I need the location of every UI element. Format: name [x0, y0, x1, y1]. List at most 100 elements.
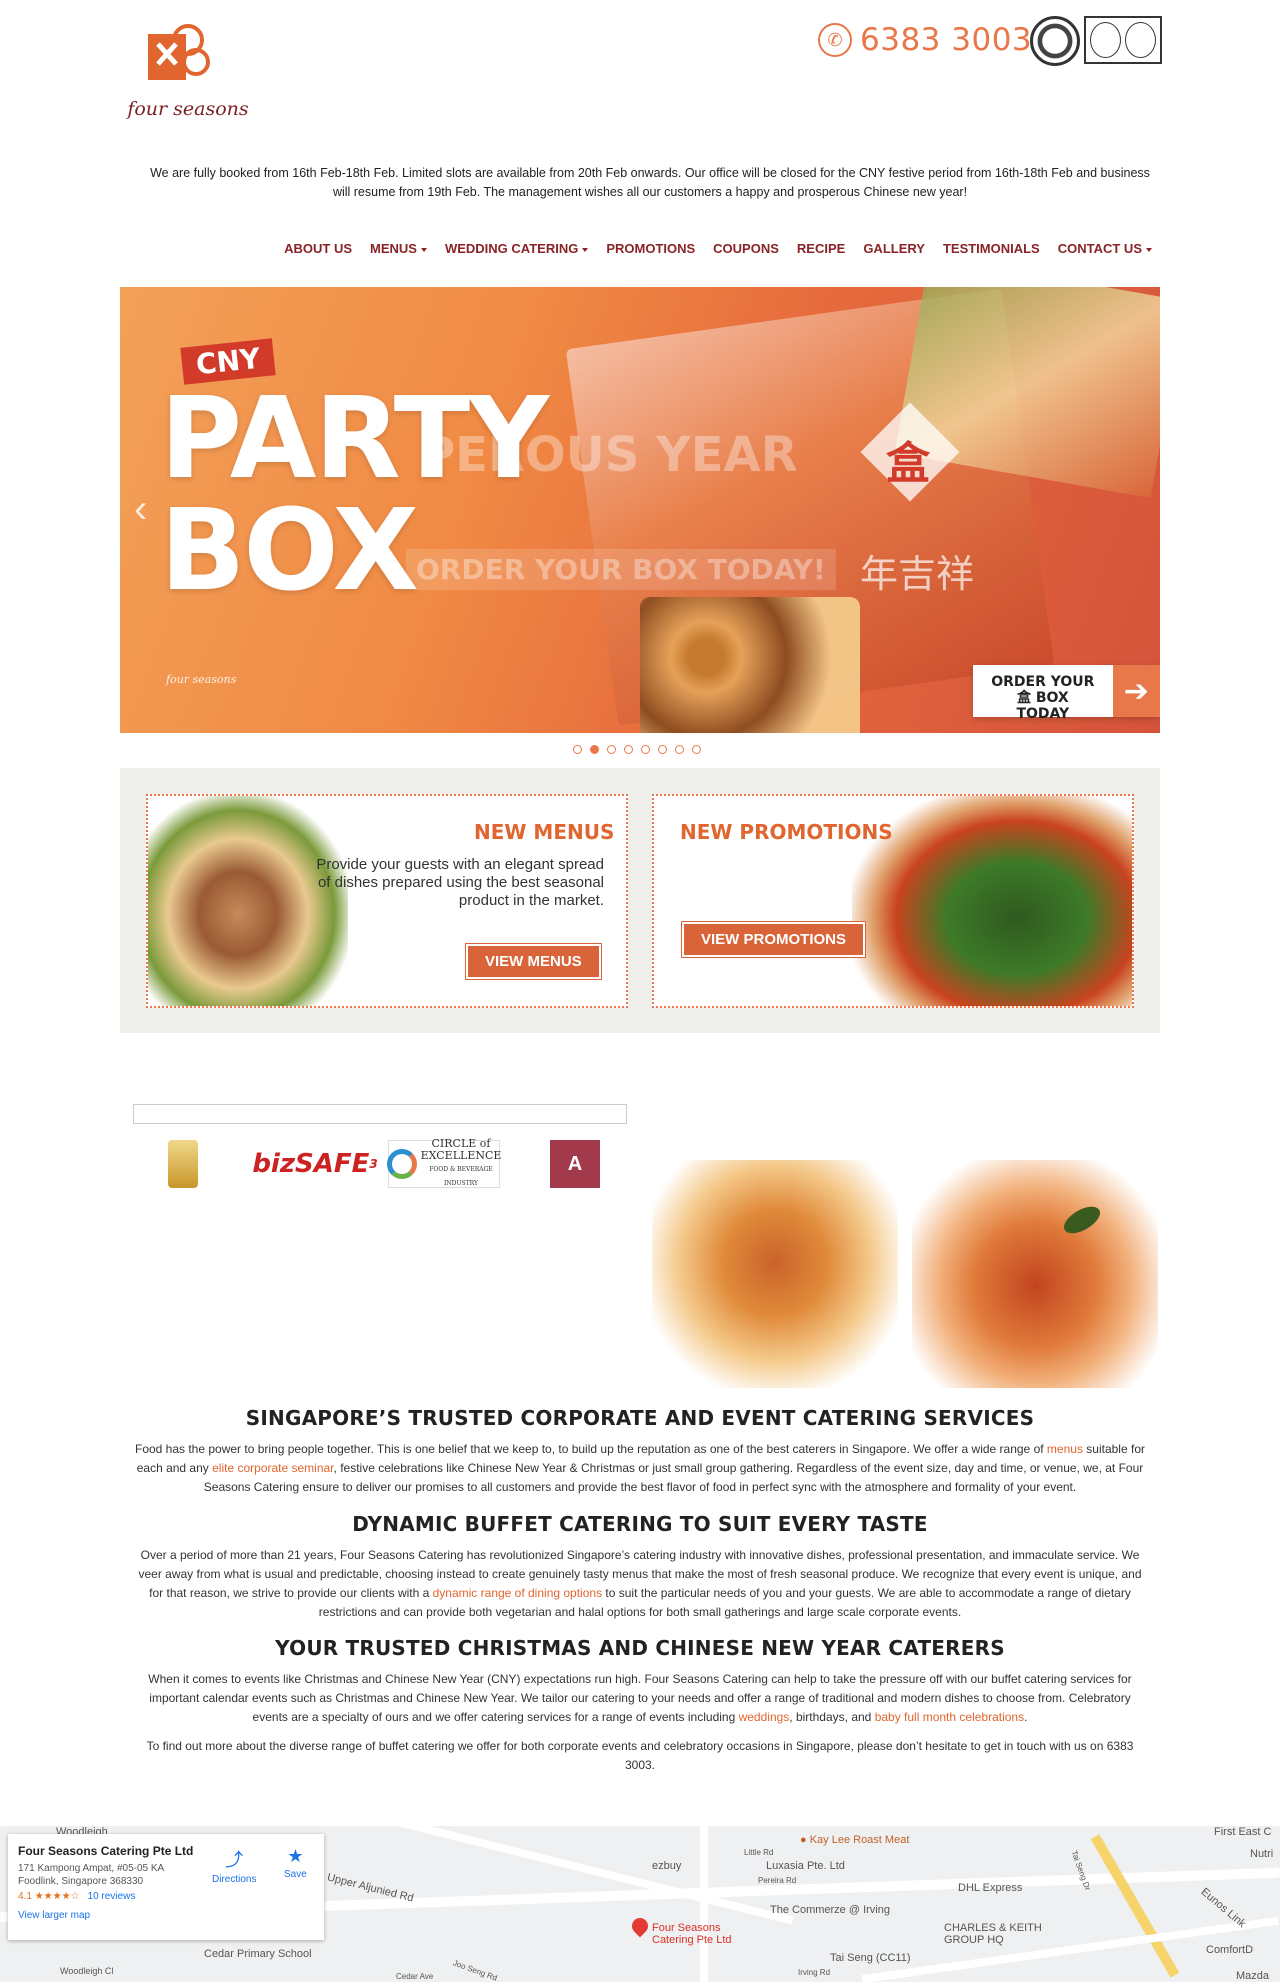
new-menus-text: Provide your guests with an elegant spre…	[316, 856, 604, 909]
hero-food-image	[640, 597, 860, 733]
dining-options-link[interactable]: dynamic range of dining options	[433, 1586, 602, 1600]
hero-title: PARTY BOX	[160, 374, 549, 616]
nav-about-us[interactable]: ABOUT US	[284, 241, 352, 256]
phone-contact[interactable]: ✆ 6383 3003	[818, 22, 1032, 58]
caret-down-icon	[1146, 247, 1152, 252]
map-label: Tai Seng (CC11)	[830, 1952, 911, 1964]
new-menus-title: NEW MENUS	[474, 820, 615, 844]
leaf-garnish	[1059, 1201, 1105, 1239]
section-paragraph: Over a period of more than 21 years, Fou…	[138, 1548, 1142, 1619]
directions-icon: ⤴	[225, 1850, 244, 1870]
section-heading: SINGAPORE’S TRUSTED CORPORATE AND EVENT …	[245, 1406, 1035, 1430]
map-label: Irving Rd	[798, 1968, 831, 1977]
map-directions-button[interactable]: ⤴ Directions	[212, 1846, 256, 1885]
fried-chicken-photo	[652, 1160, 898, 1388]
promo-panel: NEW MENUS Provide your guests with an el…	[120, 768, 1160, 1033]
section-paragraph: To find out more about the diverse range…	[146, 1739, 1134, 1772]
map-road	[700, 1826, 708, 1982]
map-label: Luxasia Pte. Ltd	[766, 1860, 845, 1872]
map-label: ComfortD	[1206, 1944, 1254, 1956]
slider-dot[interactable]	[624, 745, 633, 754]
map-label: First East C	[1214, 1826, 1272, 1838]
map-label: Joo Seng Rd	[451, 1958, 499, 1982]
phone-icon: ✆	[818, 23, 852, 57]
section-heading: YOUR TRUSTED CHRISTMAS AND CHINESE NEW Y…	[275, 1636, 1005, 1660]
view-menus-button[interactable]: VIEW MENUS	[466, 944, 601, 979]
logo-text: four seasons	[127, 98, 249, 120]
map-label: ezbuy	[652, 1860, 682, 1872]
new-menus-card: NEW MENUS Provide your guests with an el…	[146, 794, 628, 1008]
star-icon: ★	[287, 1846, 304, 1866]
map-label: Little Rd	[744, 1848, 774, 1857]
map-road-major	[1090, 1834, 1180, 1978]
map-label: Woodleigh Cl	[60, 1966, 114, 1976]
slider-dot[interactable]	[692, 745, 701, 754]
slider-dot[interactable]	[658, 745, 667, 754]
corporate-seminar-link[interactable]: elite corporate seminar	[212, 1461, 333, 1475]
map-label: Mazda	[1236, 1970, 1270, 1982]
view-larger-map-link[interactable]: View larger map	[18, 1910, 314, 1921]
menus-link[interactable]: menus	[1047, 1442, 1083, 1456]
map-label: Pereira Rd	[758, 1876, 797, 1885]
flower-logo-icon	[148, 24, 210, 80]
section-paragraph: When it comes to events like Christmas a…	[148, 1672, 1132, 1724]
map-save-button[interactable]: ★ Save	[284, 1846, 307, 1880]
map-label: The Commerze @ Irving	[770, 1904, 890, 1916]
caret-down-icon	[582, 247, 589, 252]
section-festive-caterers: YOUR TRUSTED CHRISTMAS AND CHINESE NEW Y…	[130, 1636, 1150, 1775]
nav-menus[interactable]: MENUS	[370, 241, 427, 256]
map-label: Cedar Primary School	[204, 1948, 312, 1960]
hero-title-line2: BOX	[160, 486, 419, 616]
map-label: CHARLES & KEITH GROUP HQ	[944, 1922, 1042, 1946]
view-promotions-button[interactable]: VIEW PROMOTIONS	[682, 922, 866, 957]
map-label: Nutri	[1250, 1848, 1274, 1860]
new-promotions-card: NEW PROMOTIONS VIEW PROMOTIONS	[652, 794, 1134, 1008]
nav-wedding-catering[interactable]: WEDDING CATERING	[445, 241, 589, 256]
slider-dot-active[interactable]	[590, 745, 599, 754]
map-pin-icon[interactable]	[628, 1914, 652, 1938]
map-info-card: Four Seasons Catering Pte Ltd 171 Kampon…	[8, 1834, 324, 1940]
hero-title-line1: PARTY	[160, 374, 549, 504]
award-badge	[168, 1140, 198, 1188]
arrow-right-icon: ➔	[1112, 665, 1160, 717]
map-place-address: 171 Kampong Ampat, #05-05 KA Foodlink, S…	[18, 1863, 164, 1887]
slider-dot[interactable]	[607, 745, 616, 754]
main-navigation: ABOUT US MENUS WEDDING CATERING PROMOTIO…	[284, 241, 1152, 256]
hero-chinese-text: 年吉祥	[860, 552, 975, 596]
nav-contact-us[interactable]: CONTACT US	[1058, 241, 1152, 256]
nav-recipe[interactable]: RECIPE	[797, 241, 845, 256]
star-rating-icon: ★★★★☆	[34, 1891, 80, 1902]
circle-ring-icon	[386, 1149, 417, 1179]
halal-certification-badge	[1030, 16, 1080, 66]
slider-dot[interactable]	[573, 745, 582, 754]
weddings-link[interactable]: weddings	[739, 1710, 790, 1724]
hero-small-logo: four seasons	[166, 673, 237, 686]
nav-testimonials[interactable]: TESTIMONIALS	[943, 241, 1040, 256]
nav-promotions[interactable]: PROMOTIONS	[606, 241, 695, 256]
section-paragraph: Food has the power to bring people toget…	[134, 1442, 1145, 1494]
map-label: DHL Express	[958, 1882, 1023, 1894]
nav-gallery[interactable]: GALLERY	[863, 241, 925, 256]
map-pin-label: Four Seasons Catering Pte Ltd	[652, 1922, 732, 1946]
map-place-name: Four Seasons Catering Pte Ltd	[18, 1844, 194, 1858]
order-box-label: ORDER YOUR 盒 BOX TODAY	[973, 665, 1113, 722]
slider-prev-icon[interactable]: ‹	[134, 487, 147, 532]
google-map[interactable]: Woodleigh ● Kay Lee Roast Meat ezbuy Lux…	[0, 1826, 1280, 1982]
map-reviews-link[interactable]: 10 reviews	[88, 1891, 136, 1902]
nav-coupons[interactable]: COUPONS	[713, 241, 779, 256]
map-label: Cedar Ave	[396, 1972, 434, 1981]
bizsafe-logo: bizSAFE 3	[252, 1149, 378, 1179]
caret-down-icon	[420, 247, 427, 252]
curry-photo	[912, 1160, 1158, 1388]
section-buffet-catering: DYNAMIC BUFFET CATERING TO SUIT EVERY TA…	[130, 1512, 1150, 1622]
site-logo[interactable]: four seasons	[126, 14, 249, 124]
hero-slider[interactable]: PEROUS YEAR ORDER YOUR BOX TODAY! 盒 年吉祥 …	[120, 287, 1160, 733]
accreditation-badge: A	[550, 1140, 600, 1188]
map-rating: 4.1 ★★★★☆ 10 reviews	[18, 1891, 136, 1902]
baby-full-month-link[interactable]: baby full month celebrations	[875, 1710, 1024, 1724]
iso-certification-badge	[1084, 16, 1162, 64]
order-box-button[interactable]: ORDER YOUR 盒 BOX TODAY ➔	[973, 665, 1160, 722]
section-trusted-catering: SINGAPORE’S TRUSTED CORPORATE AND EVENT …	[130, 1406, 1150, 1497]
slider-dot[interactable]	[675, 745, 684, 754]
slider-dot[interactable]	[641, 745, 650, 754]
